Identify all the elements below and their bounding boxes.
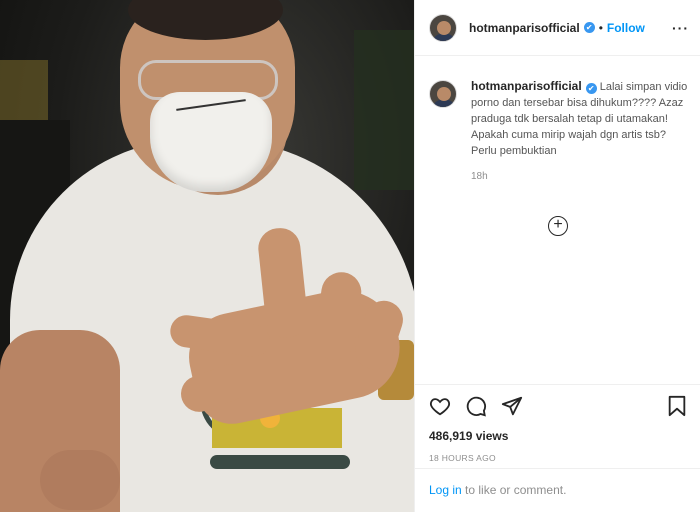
posted-time[interactable]: 18 HOURS AGO xyxy=(429,453,687,463)
post-side-panel: hotmanparisofficial ✔ • Follow ··· hotma… xyxy=(414,0,700,512)
hand-shape xyxy=(40,450,120,510)
comment-time[interactable]: 18h xyxy=(471,169,691,185)
more-options-icon[interactable]: ··· xyxy=(672,20,689,36)
action-bar: 486,919 views 18 HOURS AGO xyxy=(415,384,700,463)
plus-circle-icon[interactable]: + xyxy=(548,216,568,236)
avatar[interactable] xyxy=(429,80,457,108)
verified-badge-icon: ✔ xyxy=(585,83,597,94)
avatar[interactable] xyxy=(429,13,457,42)
action-icons-row xyxy=(429,395,687,421)
comment-body: hotmanparisofficial ✔ Lalai simpan vidio … xyxy=(471,78,691,185)
background-shape xyxy=(354,30,414,190)
post-header: hotmanparisofficial ✔ • Follow ··· xyxy=(415,0,700,56)
login-prompt: Log in to like or comment. xyxy=(415,468,700,512)
face-mask-shape xyxy=(150,92,272,192)
separator-dot: • xyxy=(598,20,603,35)
login-prompt-text: to like or comment. xyxy=(461,483,567,497)
comment-icon[interactable] xyxy=(465,395,487,422)
follow-button[interactable]: Follow xyxy=(607,21,645,35)
caption-comment: hotmanparisofficial ✔ Lalai simpan vidio … xyxy=(429,78,691,185)
verified-badge-icon: ✔ xyxy=(583,22,595,33)
login-link[interactable]: Log in xyxy=(429,483,462,497)
views-count[interactable]: 486,919 views xyxy=(429,429,687,443)
comment-username[interactable]: hotmanparisofficial xyxy=(471,79,582,93)
heart-icon[interactable] xyxy=(429,395,451,422)
share-icon[interactable] xyxy=(501,395,523,422)
post-image[interactable] xyxy=(0,0,414,512)
header-username[interactable]: hotmanparisofficial xyxy=(469,21,580,35)
bookmark-icon[interactable] xyxy=(667,395,687,422)
shirt-print xyxy=(210,455,350,469)
background-shape xyxy=(0,60,48,120)
